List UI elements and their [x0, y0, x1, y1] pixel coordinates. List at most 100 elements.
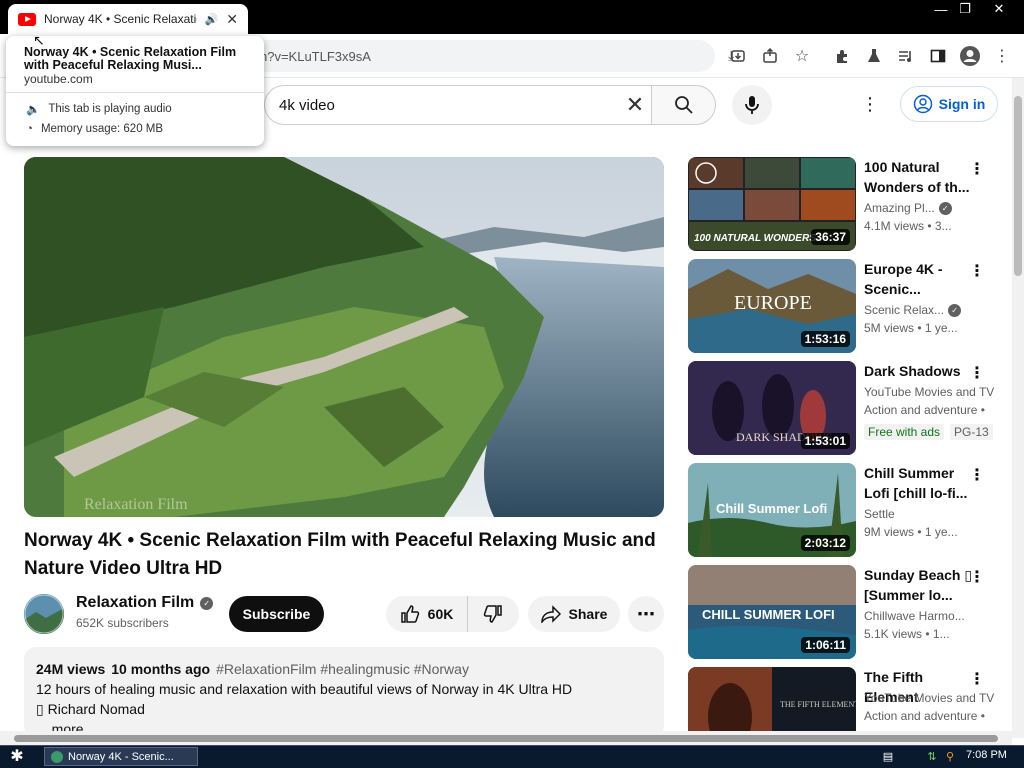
share-button[interactable]: Share	[528, 596, 620, 632]
svg-text:CHILL SUMMER LOFI: CHILL SUMMER LOFI	[702, 607, 835, 622]
channel-avatar[interactable]	[24, 594, 64, 634]
tab-close-icon[interactable]: ✕	[226, 11, 238, 28]
install-app-icon[interactable]	[726, 44, 750, 68]
taskbar-item-label: Norway 4K - Scenic...	[68, 750, 174, 763]
browser-menu-icon[interactable]: ⋮	[990, 44, 1014, 68]
window-close-icon[interactable]: ✕	[982, 0, 1016, 18]
rec-title[interactable]: Europe 4K - Scenic...	[864, 259, 976, 299]
rec-item[interactable]: CHILL SUMMER LOFI 1:06:11 Sunday Beach ▯…	[688, 565, 1008, 659]
description-line: 12 hours of healing music and relaxation…	[36, 681, 573, 697]
sign-in-label: Sign in	[938, 96, 986, 112]
view-count: 24M views	[36, 661, 106, 677]
search-button[interactable]	[652, 85, 716, 125]
rec-item[interactable]: EUROPE 1:53:16 Europe 4K - Scenic... Sce…	[688, 259, 1008, 353]
subscriber-count: 652K subscribers	[76, 616, 169, 630]
rec-channel[interactable]: YouTube Movies and TV	[864, 691, 1000, 705]
channel-name[interactable]: Relaxation Film ✓	[76, 594, 214, 612]
rec-duration: 1:53:16	[800, 331, 850, 347]
taskbar-clock: 7:08 PM	[966, 749, 1007, 761]
video-title: Norway 4K • Scenic Relaxation Film with …	[24, 530, 656, 579]
address-bar[interactable]: n?v=KLuTLF3x9sA ⤓	[250, 40, 734, 72]
restore-icon[interactable]: ❐	[948, 0, 982, 18]
rec-title[interactable]: 100 Natural Wonders of th...	[864, 157, 976, 197]
rec-menu-icon[interactable]: ⋮	[969, 567, 985, 587]
rec-title[interactable]: Sunday Beach ▯ [Summer lo...	[864, 565, 976, 605]
rec-channel[interactable]: YouTube Movies and TV	[864, 385, 1000, 399]
rec-thumbnail[interactable]: CHILL SUMMER LOFI 1:06:11	[688, 565, 856, 659]
rating-badge: PG-13	[950, 424, 993, 440]
rec-meta: 5.1K views • 1...	[864, 627, 950, 641]
search-query-text: 4k video	[279, 96, 335, 114]
rec-channel[interactable]: Settle	[864, 507, 996, 521]
horizontal-scroll-thumb[interactable]	[14, 735, 998, 742]
rec-item[interactable]: 100 NATURAL WONDERS 36:37 100 Natural Wo…	[688, 157, 1008, 251]
svg-text:100 NATURAL WONDERS: 100 NATURAL WONDERS	[694, 233, 816, 244]
rec-menu-icon[interactable]: ⋮	[969, 669, 985, 689]
rec-menu-icon[interactable]: ⋮	[969, 261, 985, 281]
rec-meta: 4.1M views • 3...	[864, 219, 952, 233]
search-tray-icon[interactable]: ⚲	[942, 748, 958, 764]
browser-tab[interactable]: Norway 4K • Scenic Relaxation 🔊 ✕	[8, 4, 248, 34]
rec-channel[interactable]: Amazing Pl... ✓	[864, 201, 996, 215]
rec-item[interactable]: DARK SHADOWS 1:53:01 Dark Shadows YouTub…	[688, 361, 1008, 455]
search-icon	[674, 96, 693, 114]
rec-thumbnail[interactable]: 100 NATURAL WONDERS 36:37	[688, 157, 856, 251]
rec-channel[interactable]: Scenic Relax... ✓	[864, 303, 996, 317]
rec-item[interactable]: THE FIFTH ELEMENT The Fifth Element YouT…	[688, 667, 1008, 731]
taskbar-browser-item[interactable]: Norway 4K - Scenic...	[44, 747, 198, 766]
video-player[interactable]: Relaxation Film	[24, 157, 664, 517]
settings-menu-icon[interactable]: ⋮	[858, 92, 882, 116]
clear-search-icon[interactable]: ✕	[620, 90, 650, 120]
dislike-button[interactable]	[468, 596, 518, 632]
verified-check-icon: ✓	[200, 596, 214, 610]
rec-item[interactable]: Chill Summer Lofi 2:03:12 Chill Summer L…	[688, 463, 1008, 557]
like-button[interactable]: 60K	[386, 596, 468, 632]
rec-menu-icon[interactable]: ⋮	[969, 465, 985, 485]
rec-meta: 5M views • 1 ye...	[864, 321, 958, 335]
profile-avatar-icon[interactable]	[958, 44, 982, 68]
voice-search-button[interactable]	[732, 85, 772, 125]
speaker-icon: 🔈	[26, 104, 41, 116]
video-watermark: Relaxation Film	[84, 496, 188, 513]
verified-check-icon: ✓	[948, 303, 962, 317]
network-icon[interactable]: ⇅	[924, 748, 940, 764]
side-panel-icon[interactable]	[926, 44, 950, 68]
extensions-icon[interactable]	[830, 44, 854, 68]
rec-title[interactable]: Dark Shadows	[864, 361, 976, 381]
browser-icon	[51, 750, 63, 763]
keyboard-icon[interactable]: ▤	[880, 748, 896, 764]
hashtags[interactable]: #RelaxationFilm #healingmusic #Norway	[216, 661, 469, 677]
lab-flask-icon[interactable]	[862, 44, 886, 68]
tab-hover-card: Norway 4K • Scenic Relaxation Film with …	[6, 36, 264, 146]
rec-thumbnail[interactable]: EUROPE 1:53:16	[688, 259, 856, 353]
thumbs-up-icon	[400, 605, 419, 623]
account-icon	[913, 94, 932, 114]
svg-text:EUROPE: EUROPE	[734, 292, 812, 314]
rec-badges: Free with ads PG-13	[864, 424, 996, 440]
rec-duration: 1:06:11	[801, 637, 850, 653]
rec-thumbnail[interactable]: THE FIFTH ELEMENT	[688, 667, 856, 731]
speaker-icon[interactable]: 🔊	[205, 13, 219, 26]
share-page-icon[interactable]	[758, 44, 782, 68]
subscribe-button[interactable]: Subscribe	[229, 596, 324, 632]
rec-meta: Action and adventure •	[864, 709, 985, 723]
rec-thumbnail[interactable]: Chill Summer Lofi 2:03:12	[688, 463, 856, 557]
video-description[interactable]: 24M views 10 months ago #RelaxationFilm #h…	[24, 647, 664, 737]
channel-name-text[interactable]: Relaxation Film	[76, 594, 194, 612]
rec-title[interactable]: Chill Summer Lofi [chill lo-fi...	[864, 463, 976, 503]
search-input[interactable]: 4k video	[264, 85, 652, 125]
mouse-cursor-icon: ↖	[33, 32, 45, 48]
sign-in-button[interactable]: Sign in	[900, 86, 998, 122]
media-controls-icon[interactable]	[894, 44, 918, 68]
rec-menu-icon[interactable]: ⋮	[969, 363, 985, 383]
rec-thumbnail[interactable]: DARK SHADOWS 1:53:01	[688, 361, 856, 455]
video-frame-fjord: Relaxation Film	[24, 157, 664, 517]
rec-channel[interactable]: Chillwave Harmo...	[864, 609, 996, 623]
start-menu-icon[interactable]: ✱	[6, 746, 28, 766]
bookmark-star-icon[interactable]: ☆	[790, 44, 814, 68]
url-text: n?v=KLuTLF3x9sA	[260, 48, 371, 64]
vertical-scroll-thumb[interactable]	[1014, 96, 1022, 276]
rec-menu-icon[interactable]: ⋮	[969, 159, 985, 179]
memory-usage-text: Memory usage: 620 MB	[40, 123, 164, 135]
more-actions-icon[interactable]: ⋯	[628, 596, 664, 632]
